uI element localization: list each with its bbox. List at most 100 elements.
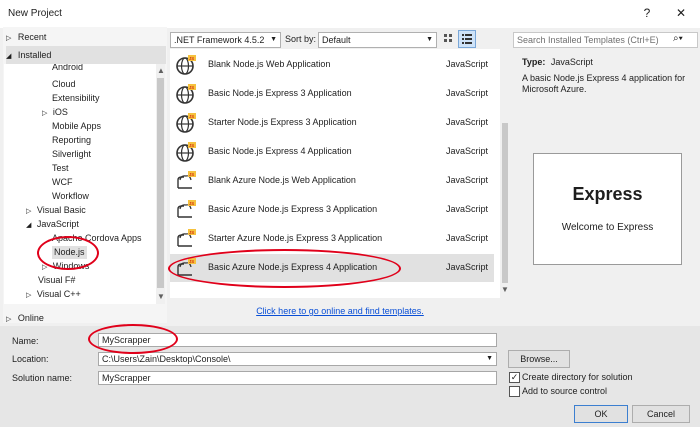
- template-row[interactable]: JS Starter Node.js Express 3 Application…: [170, 109, 494, 137]
- type-value: JavaScript: [550, 57, 593, 67]
- template-name: Starter Node.js Express 3 Application: [208, 117, 357, 127]
- svg-text:JS: JS: [189, 114, 194, 119]
- template-row[interactable]: JS Starter Azure Node.js Express 3 Appli…: [170, 225, 494, 253]
- section-online[interactable]: ▷ Online: [6, 309, 44, 327]
- location-input[interactable]: C:\Users\Zain\Desktop\Console\ ▼: [98, 352, 497, 366]
- svg-text:JS: JS: [189, 85, 194, 90]
- template-lang: JavaScript: [446, 262, 489, 272]
- chevron-right-icon: ▷: [26, 292, 32, 299]
- template-name: Starter Azure Node.js Express 3 Applicat…: [208, 233, 383, 243]
- online-templates-link[interactable]: Click here to go online and find templat…: [170, 306, 510, 316]
- tree-item-android[interactable]: Android: [52, 64, 83, 74]
- create-directory-checkbox[interactable]: ✓: [509, 372, 520, 383]
- tree-item-ios[interactable]: ▷ iOS: [42, 106, 68, 119]
- chevron-right-icon: ▷: [42, 110, 48, 117]
- location-value: C:\Users\Zain\Desktop\Console\: [102, 354, 231, 364]
- tree-item-visual-cpp-label: Visual C++: [36, 289, 81, 299]
- scroll-down-icon[interactable]: ▼: [157, 292, 165, 301]
- chevron-right-icon: ▷: [6, 35, 12, 42]
- svg-text:JS: JS: [189, 201, 194, 206]
- template-lang: JavaScript: [446, 204, 489, 214]
- section-installed-label: Installed: [17, 50, 52, 60]
- tree-item-workflow[interactable]: Workflow: [52, 190, 89, 203]
- create-directory-label: Create directory for solution: [522, 372, 633, 382]
- chevron-right-icon: ▷: [6, 316, 12, 323]
- svg-text:JS: JS: [189, 56, 194, 61]
- tree-item-extensibility[interactable]: Extensibility: [52, 92, 100, 105]
- tree-item-javascript-label: JavaScript: [36, 219, 79, 229]
- chevron-down-icon: ◢: [6, 53, 12, 60]
- tree-scroll-thumb[interactable]: [157, 78, 164, 288]
- annotation-oval-nodejs: [37, 236, 99, 270]
- chevron-down-icon: ◢: [26, 222, 32, 229]
- template-lang: JavaScript: [446, 146, 489, 156]
- globe-icon: JS: [176, 142, 196, 162]
- tree-item-visual-cpp[interactable]: ▷ Visual C++: [26, 288, 81, 301]
- search-templates-input[interactable]: Search Installed Templates (Ctrl+E): [513, 32, 698, 48]
- template-name: Basic Azure Node.js Express 3 Applicatio…: [208, 204, 378, 214]
- template-preview: Express Welcome to Express: [533, 153, 682, 265]
- globe-icon: JS: [176, 113, 196, 133]
- framework-dropdown[interactable]: .NET Framework 4.5.2 ▼: [170, 32, 281, 48]
- template-name: Basic Node.js Express 4 Application: [208, 146, 352, 156]
- template-name: Basic Node.js Express 3 Application: [208, 88, 352, 98]
- source-control-label: Add to source control: [522, 386, 608, 396]
- tree-item-visual-fsharp[interactable]: Visual F#: [38, 274, 75, 287]
- azure-cloud-icon: JS: [177, 229, 196, 247]
- search-icon[interactable]: ⌕▾: [673, 33, 683, 44]
- template-lang: JavaScript: [446, 175, 489, 185]
- section-online-label: Online: [17, 313, 44, 323]
- annotation-oval-name: [88, 324, 178, 354]
- cancel-button[interactable]: Cancel: [632, 405, 690, 423]
- preview-title: Express: [572, 184, 643, 204]
- template-name: Blank Node.js Web Application: [208, 59, 331, 69]
- tree-item-visual-basic[interactable]: ▷ Visual Basic: [26, 204, 86, 217]
- template-row[interactable]: JS Blank Node.js Web Application JavaScr…: [170, 51, 494, 79]
- tree-item-mobile-apps[interactable]: Mobile Apps: [52, 120, 101, 133]
- close-button[interactable]: ✕: [672, 6, 690, 20]
- sort-value: Default: [322, 35, 351, 45]
- window-title: New Project: [8, 8, 62, 19]
- tree-item-wcf[interactable]: WCF: [52, 176, 73, 189]
- name-label: Name:: [12, 336, 39, 346]
- chevron-right-icon: ▷: [26, 208, 32, 215]
- tree-item-visual-basic-label: Visual Basic: [36, 205, 86, 215]
- svg-text:JS: JS: [189, 230, 194, 235]
- template-row[interactable]: JS Basic Node.js Express 3 Application J…: [170, 80, 494, 108]
- tree-item-javascript[interactable]: ◢ JavaScript: [26, 218, 79, 231]
- source-control-checkbox[interactable]: [509, 386, 520, 397]
- chevron-down-icon: ▼: [270, 36, 277, 43]
- annotation-oval-template: [168, 249, 401, 288]
- scroll-down-icon[interactable]: ▼: [501, 285, 509, 294]
- azure-cloud-icon: JS: [177, 171, 196, 189]
- template-list-scrollbar[interactable]: ▼: [500, 49, 510, 298]
- template-description: A basic Node.js Express 4 application fo…: [522, 73, 686, 94]
- list-view-icon[interactable]: [458, 30, 476, 48]
- template-lang: JavaScript: [446, 117, 489, 127]
- template-row[interactable]: JS Basic Node.js Express 4 Application J…: [170, 138, 494, 166]
- template-name: Blank Azure Node.js Web Application: [208, 175, 356, 185]
- ok-button[interactable]: OK: [574, 405, 628, 423]
- chevron-down-icon: ▼: [486, 355, 493, 362]
- tree-item-reporting[interactable]: Reporting: [52, 134, 91, 147]
- list-scroll-thumb[interactable]: [502, 123, 508, 283]
- tree-scrollbar[interactable]: ▲ ▼: [156, 64, 165, 304]
- tree-item-cloud[interactable]: Cloud: [52, 78, 76, 91]
- browse-button[interactable]: Browse...: [508, 350, 570, 368]
- small-icons-view-icon[interactable]: [442, 32, 456, 46]
- tree-item-test[interactable]: Test: [52, 162, 69, 175]
- template-row[interactable]: JS Blank Azure Node.js Web Application J…: [170, 167, 494, 195]
- sort-dropdown[interactable]: Default ▼: [318, 32, 437, 48]
- section-installed[interactable]: ◢ Installed: [6, 46, 166, 64]
- azure-cloud-icon: JS: [177, 200, 196, 218]
- svg-text:JS: JS: [189, 143, 194, 148]
- section-recent[interactable]: ▷ Recent: [6, 28, 46, 46]
- template-row[interactable]: JS Basic Azure Node.js Express 3 Applica…: [170, 196, 494, 224]
- scroll-up-icon[interactable]: ▲: [157, 66, 165, 75]
- type-row: Type: JavaScript: [522, 57, 593, 67]
- tree-item-silverlight[interactable]: Silverlight: [52, 148, 91, 161]
- sort-label: Sort by:: [285, 34, 317, 44]
- solution-name-input[interactable]: MyScrapper: [98, 371, 497, 385]
- help-button[interactable]: ?: [638, 6, 656, 20]
- tree-item-ios-label: iOS: [52, 107, 68, 117]
